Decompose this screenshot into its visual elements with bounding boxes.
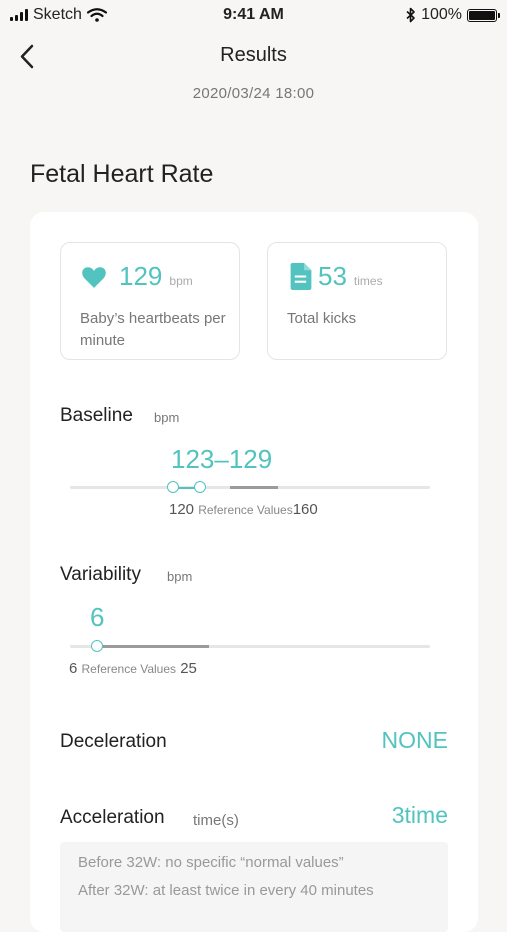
baseline-ref-min: 120 [169,501,195,518]
deceleration-value: NONE [381,727,448,753]
acceleration-value: 3time [391,802,448,828]
section-title: Fetal Heart Rate [30,160,214,188]
acceleration-unit: time(s) [193,812,239,829]
document-icon [288,263,314,290]
baseline-ref-label: Reference Values [198,503,293,517]
kicks-stat: 53 times Total kicks [267,242,447,360]
kicks-value: 53 [318,261,347,291]
acceleration-label: Acceleration [60,807,165,828]
kicks-desc: Total kicks [287,310,357,327]
baseline-ref-max: 160 [292,501,318,518]
note-line-2: After 32W: at least twice in every 40 mi… [78,882,374,899]
variability-reference: 6 Reference Values 25 [69,660,197,677]
variability-value: 6 [90,602,105,632]
status-right: 100% [406,6,500,24]
variability-reference-band [97,645,209,648]
deceleration-label: Deceleration [60,731,167,752]
heart-rate-value: 129 [119,261,163,291]
status-bar: Sketch 9:41 AM 100% [0,0,507,30]
variability-ref-min: 6 [69,660,78,677]
page-title: Results [220,44,287,66]
variability-label: Variability [60,564,141,585]
baseline-high-handle[interactable] [194,481,206,493]
baseline-range: 123–129 [171,444,273,474]
variability-ref-label: Reference Values [81,662,177,676]
note-line-1: Before 32W: no specific “normal values” [78,854,344,871]
heart-rate-unit: bpm [169,273,193,288]
acceleration-note: Before 32W: no specific “normal values” … [60,842,448,932]
bluetooth-icon [406,7,415,23]
battery-percent: 100% [421,6,462,23]
variability-handle[interactable] [90,640,103,652]
results-card: 129 bpm Baby’s heartbeats per minute 53 … [30,212,478,932]
variability-ref-max: 25 [180,660,197,677]
battery-icon [467,8,500,22]
baseline-reference: 120 Reference Values160 [169,501,318,518]
baseline-reference-band [230,486,278,489]
kicks-unit: times [353,273,383,288]
heart-rate-desc: Baby’s heartbeats per minute [80,310,226,349]
variability-unit: bpm [167,569,193,584]
heart-rate-stat: 129 bpm Baby’s heartbeats per minute [60,242,240,360]
baseline-low-handle[interactable] [167,481,179,493]
result-datetime: 2020/03/24 18:00 [192,85,315,102]
heart-icon [81,264,107,290]
baseline-label: Baseline [60,405,133,426]
baseline-unit: bpm [154,410,180,425]
